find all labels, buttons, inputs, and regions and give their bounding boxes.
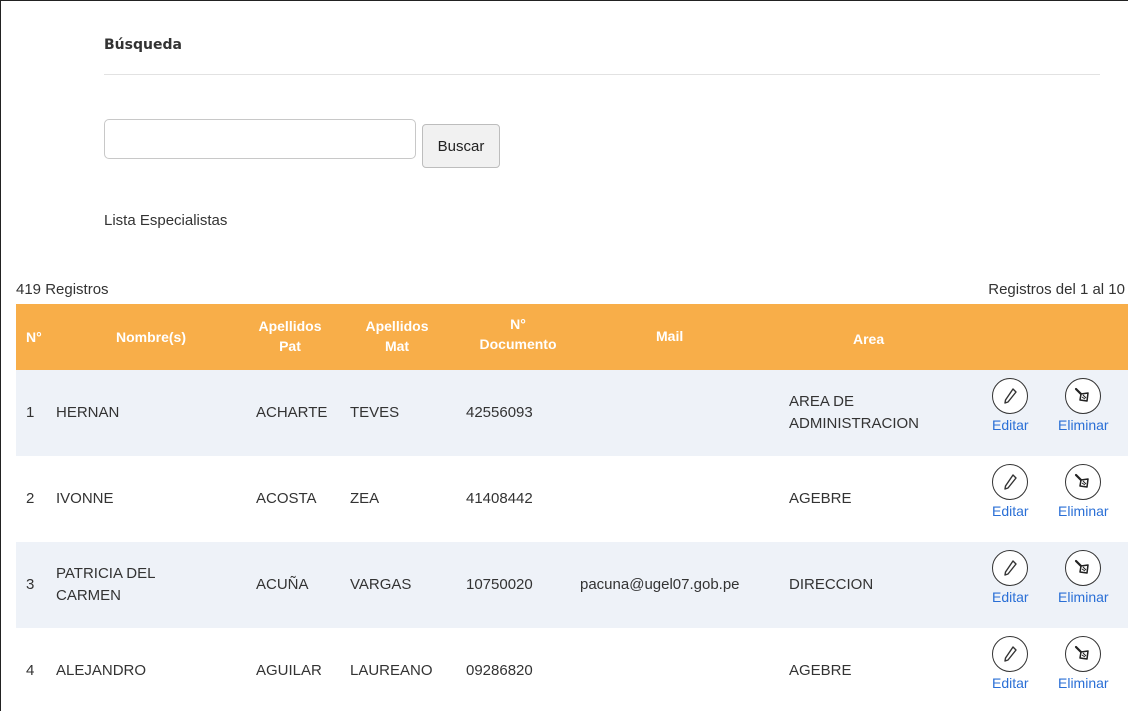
- pencil-icon[interactable]: [992, 636, 1029, 672]
- section-title: Búsqueda: [104, 37, 182, 53]
- cell-nombre-line1: HERNAN: [56, 404, 120, 421]
- cell-area-line1: AREA DE: [789, 393, 855, 410]
- cell-documento: 41408442: [466, 490, 533, 507]
- header-documento-line1: N°: [510, 316, 526, 332]
- cell-area-line1: AGEBRE: [789, 662, 852, 679]
- cell-apellido-pat: ACHARTE: [256, 404, 328, 421]
- cell-nombre-line1: IVONNE: [56, 490, 114, 507]
- header-documento: N° Documento: [466, 314, 570, 354]
- edit-action[interactable]: Editar: [992, 378, 1029, 434]
- broom-icon[interactable]: [1065, 550, 1102, 586]
- edit-link[interactable]: Editar: [992, 588, 1029, 606]
- broom-icon[interactable]: [1065, 636, 1102, 672]
- header-mail: Mail: [656, 328, 684, 344]
- delete-action[interactable]: Eliminar: [1058, 378, 1109, 434]
- cell-nombre: PATRICIA DEL CARMEN: [56, 563, 155, 607]
- search-input[interactable]: [104, 119, 416, 159]
- header-documento-line2: Documento: [479, 336, 557, 352]
- delete-link[interactable]: Eliminar: [1058, 416, 1109, 434]
- header-num: N°: [26, 329, 42, 345]
- broom-icon[interactable]: [1065, 378, 1102, 414]
- cell-apellido-pat: AGUILAR: [256, 662, 322, 679]
- header-apellido-pat-line2: Pat: [279, 338, 301, 354]
- cell-nombre-line1: ALEJANDRO: [56, 662, 147, 679]
- cell-apellido-pat: ACOSTA: [256, 490, 317, 507]
- pencil-icon[interactable]: [992, 464, 1029, 500]
- header-apellido-mat-line2: Mat: [384, 338, 410, 354]
- edit-action[interactable]: Editar: [992, 464, 1029, 520]
- edit-link[interactable]: Editar: [992, 502, 1029, 520]
- cell-area: AREA DE ADMINISTRACION: [789, 391, 919, 435]
- header-nombre: Nombre(s): [116, 329, 187, 345]
- list-title: Lista Especialistas: [104, 212, 228, 229]
- delete-action[interactable]: Eliminar: [1058, 550, 1109, 606]
- header-area: Area: [853, 331, 885, 347]
- cell-mail: pacuna@ugel07.gob.pe: [580, 576, 740, 593]
- cell-num: 4: [26, 662, 35, 679]
- cell-area-line2: ADMINISTRACION: [789, 415, 920, 432]
- broom-icon[interactable]: [1065, 464, 1102, 500]
- table-row: 1 HERNAN ACHARTE TEVES 42556093 AREA DE …: [16, 370, 1128, 456]
- cell-area: DIRECCION: [789, 574, 873, 596]
- cell-documento: 09286820: [466, 662, 533, 679]
- cell-apellido-mat: ZEA: [350, 490, 380, 507]
- cell-nombre: ALEJANDRO: [56, 660, 146, 682]
- edit-action[interactable]: Editar: [992, 550, 1029, 606]
- cell-area: AGEBRE: [789, 660, 852, 682]
- search-button[interactable]: Buscar: [422, 124, 500, 168]
- record-range: Registros del 1 al 10: [988, 281, 1125, 298]
- header-apellido-pat-line1: Apellidos: [258, 318, 322, 334]
- divider: [104, 74, 1100, 75]
- delete-action[interactable]: Eliminar: [1058, 636, 1109, 692]
- record-count: 419 Registros: [16, 281, 109, 298]
- edit-action[interactable]: Editar: [992, 636, 1029, 692]
- delete-link[interactable]: Eliminar: [1058, 674, 1109, 692]
- cell-nombre: IVONNE: [56, 488, 114, 510]
- table-row: 3 PATRICIA DEL CARMEN ACUÑA VARGAS 10750…: [16, 542, 1128, 628]
- cell-apellido-mat: LAUREANO: [350, 662, 433, 679]
- edit-link[interactable]: Editar: [992, 416, 1029, 434]
- pencil-icon[interactable]: [992, 550, 1029, 586]
- delete-link[interactable]: Eliminar: [1058, 588, 1109, 606]
- cell-num: 1: [26, 404, 35, 421]
- header-apellido-mat: Apellidos Mat: [362, 316, 432, 356]
- cell-area-line1: DIRECCION: [789, 576, 874, 593]
- cell-documento: 10750020: [466, 576, 533, 593]
- cell-apellido-pat: ACUÑA: [256, 576, 309, 593]
- table-header: N° Nombre(s) Apellidos Pat Apellidos Mat…: [16, 304, 1128, 370]
- table-row: 2 IVONNE ACOSTA ZEA 41408442 AGEBRE Edit…: [16, 456, 1128, 542]
- cell-apellido-mat: VARGAS: [350, 576, 412, 593]
- edit-link[interactable]: Editar: [992, 674, 1029, 692]
- cell-num: 2: [26, 490, 35, 507]
- cell-num: 3: [26, 576, 35, 593]
- cell-nombre: HERNAN: [56, 402, 119, 424]
- cell-nombre-line1: PATRICIA DEL: [56, 565, 156, 582]
- cell-documento: 42556093: [466, 404, 533, 421]
- table-row: 4 ALEJANDRO AGUILAR LAUREANO 09286820 AG…: [16, 628, 1128, 714]
- cell-area: AGEBRE: [789, 488, 852, 510]
- cell-area-line1: AGEBRE: [789, 490, 852, 507]
- delete-action[interactable]: Eliminar: [1058, 464, 1109, 520]
- header-apellido-pat: Apellidos Pat: [255, 316, 325, 356]
- delete-link[interactable]: Eliminar: [1058, 502, 1109, 520]
- cell-nombre-line2: CARMEN: [56, 587, 122, 604]
- header-apellido-mat-line1: Apellidos: [365, 318, 429, 334]
- pencil-icon[interactable]: [992, 378, 1029, 414]
- cell-apellido-mat: TEVES: [350, 404, 400, 421]
